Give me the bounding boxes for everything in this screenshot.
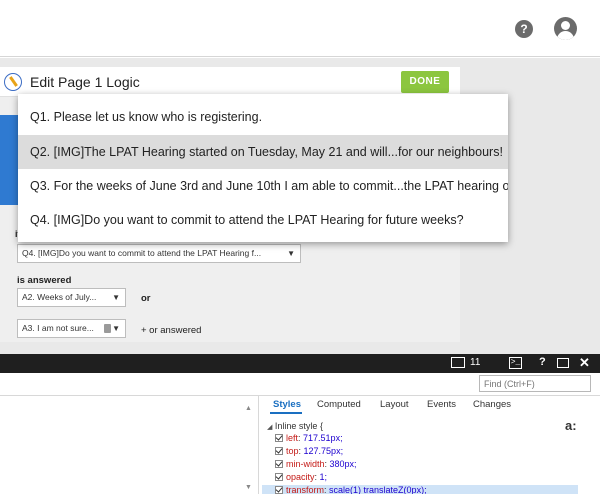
property-value[interactable]: 380px; <box>330 459 357 469</box>
tab-layout[interactable]: Layout <box>380 399 409 410</box>
collapse-triangle-icon[interactable]: ◢ <box>267 424 272 431</box>
inline-style-selector[interactable]: ◢ Inline style { <box>267 421 323 431</box>
inline-style-brace: { <box>319 421 323 431</box>
target-device-icon[interactable] <box>451 357 465 368</box>
user-avatar-icon[interactable] <box>554 17 577 40</box>
trash-icon[interactable] <box>104 324 111 333</box>
question-select[interactable]: Q4. [IMG]Do you want to commit to attend… <box>17 244 301 263</box>
property-checkbox[interactable] <box>275 434 283 442</box>
app-top-bar: ? <box>0 0 600 57</box>
style-property-row[interactable]: min-width: 380px; <box>275 459 578 471</box>
answer-select-2-value: A3. I am not sure... <box>22 323 94 333</box>
property-name[interactable]: top <box>286 446 299 456</box>
question-dropdown-menu: Q1. Please let us know who is registerin… <box>18 94 508 242</box>
property-name[interactable]: transform <box>286 485 324 494</box>
answer-select-1-value: A2. Weeks of July... <box>22 292 97 302</box>
property-checkbox[interactable] <box>275 447 283 455</box>
question-select-value: Q4. [IMG]Do you want to commit to attend… <box>22 248 262 258</box>
avatar-head <box>561 21 570 30</box>
done-button[interactable]: DONE <box>401 71 449 93</box>
pane-splitter[interactable] <box>258 396 259 494</box>
font-toggle-icon[interactable]: a: <box>565 418 577 433</box>
devtools-divider <box>0 395 600 396</box>
style-property-row[interactable]: opacity: 1; <box>275 472 578 484</box>
property-checkbox[interactable] <box>275 486 283 494</box>
tab-computed[interactable]: Computed <box>317 399 361 410</box>
tab-changes[interactable]: Changes <box>473 399 511 410</box>
property-value[interactable]: 717.51px; <box>303 433 343 443</box>
scroll-up-icon[interactable]: ▲ <box>245 405 252 412</box>
scroll-down-icon[interactable]: ▼ <box>245 484 252 491</box>
style-property-row-highlighted[interactable]: transform: scale(1) translateZ(0px); <box>262 485 578 494</box>
active-tab-indicator <box>270 412 302 414</box>
dropdown-option-q2[interactable]: Q2. [IMG]The LPAT Hearing started on Tue… <box>18 135 508 169</box>
dropdown-option-q3[interactable]: Q3. For the weeks of June 3rd and June 1… <box>18 169 508 203</box>
panel-title: Edit Page 1 Logic <box>30 74 140 90</box>
style-property-row[interactable]: left: 717.51px; <box>275 433 578 445</box>
logic-panel-header: Edit Page 1 Logic DONE <box>0 67 460 97</box>
devtools-toolbar: 11 >_ ? ✕ <box>0 354 600 373</box>
find-input[interactable] <box>479 375 591 392</box>
help-icon[interactable]: ? <box>515 20 533 38</box>
add-or-answered-link[interactable]: + or answered <box>141 325 201 336</box>
property-name[interactable]: opacity <box>286 472 315 482</box>
logic-wand-icon <box>4 73 22 91</box>
chevron-down-icon: ▼ <box>287 249 295 258</box>
property-name[interactable]: min-width <box>286 459 325 469</box>
answer-select-1[interactable]: A2. Weeks of July... ▼ <box>17 288 126 307</box>
target-count: 11 <box>470 357 481 368</box>
property-value[interactable]: scale(1) translateZ(0px); <box>329 485 427 494</box>
undock-icon[interactable] <box>557 358 569 368</box>
chevron-down-icon: ▼ <box>112 324 120 333</box>
console-icon[interactable]: >_ <box>509 357 522 369</box>
devtools-help-icon[interactable]: ? <box>539 356 546 368</box>
property-value[interactable]: 127.75px; <box>304 446 344 456</box>
property-checkbox[interactable] <box>275 460 283 468</box>
dropdown-option-q4[interactable]: Q4. [IMG]Do you want to commit to attend… <box>18 203 508 237</box>
property-checkbox[interactable] <box>275 473 283 481</box>
dropdown-option-q1[interactable]: Q1. Please let us know who is registerin… <box>18 100 508 134</box>
is-answered-label: is answered <box>17 275 72 286</box>
property-name[interactable]: left <box>286 433 298 443</box>
chevron-down-icon: ▼ <box>112 293 120 302</box>
or-label: or <box>141 293 151 304</box>
avatar-shoulders <box>557 31 574 40</box>
close-icon[interactable]: ✕ <box>579 355 590 371</box>
tab-events[interactable]: Events <box>427 399 456 410</box>
tab-styles[interactable]: Styles <box>273 399 301 410</box>
property-value[interactable]: 1; <box>320 472 328 482</box>
inline-style-label: Inline style <box>274 421 318 431</box>
style-property-row[interactable]: top: 127.75px; <box>275 446 578 458</box>
answer-select-2[interactable]: A3. I am not sure... ▼ <box>17 319 126 338</box>
